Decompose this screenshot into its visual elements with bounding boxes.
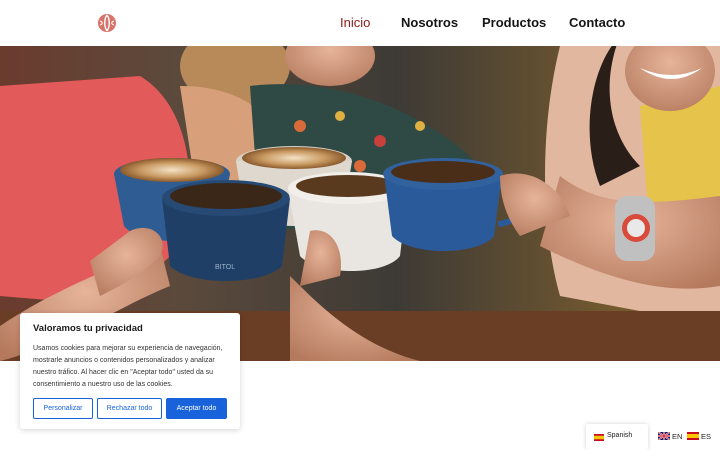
nav-item-inicio[interactable]: Inicio (340, 15, 370, 30)
language-option-en[interactable]: EN (672, 432, 682, 441)
uk-flag-icon[interactable] (658, 432, 670, 440)
cookie-banner-text: Usamos cookies para mejorar su experienc… (33, 345, 223, 388)
nav-item-contacto[interactable]: Contacto (569, 15, 625, 30)
spain-flag-icon (594, 434, 604, 441)
cookie-consent-banner: Valoramos tu privacidad Usamos cookies p… (20, 313, 240, 429)
customize-button[interactable]: Personalizar (33, 398, 93, 419)
main-nav: Inicio Nosotros Productos Contacto (0, 0, 720, 46)
accept-all-button[interactable]: Aceptar todo (166, 398, 227, 419)
nav-item-nosotros[interactable]: Nosotros (401, 15, 458, 30)
cookie-banner-buttons: Personalizar Rechazar todo Aceptar todo (33, 398, 227, 419)
reject-all-button[interactable]: Rechazar todo (97, 398, 162, 419)
nav-item-productos[interactable]: Productos (482, 15, 546, 30)
svg-text:BITOL: BITOL (215, 264, 235, 271)
site-header: Inicio Nosotros Productos Contacto (0, 0, 720, 46)
language-option-es[interactable]: ES (701, 432, 711, 441)
spain-flag-icon[interactable] (687, 432, 699, 440)
language-dropdown-label: Spanish (607, 432, 633, 439)
language-dropdown[interactable]: Spanish (586, 424, 648, 450)
cookie-banner-title: Valoramos tu privacidad (33, 323, 143, 334)
